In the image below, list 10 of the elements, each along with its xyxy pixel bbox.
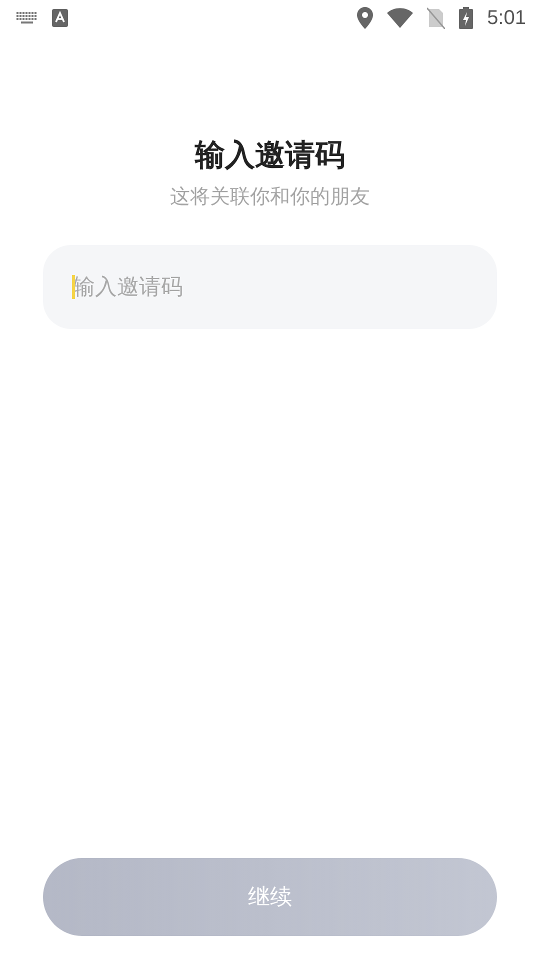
location-icon	[357, 7, 374, 29]
invite-code-field[interactable]: 输入邀请码	[43, 245, 497, 329]
keyboard-icon	[16, 12, 38, 24]
page-title: 输入邀请码	[195, 137, 345, 175]
wifi-icon	[387, 8, 414, 28]
no-sim-icon	[427, 7, 446, 29]
page-subtitle: 这将关联你和你的朋友	[170, 183, 370, 210]
battery-charging-icon	[459, 7, 474, 29]
text-input-icon	[52, 9, 68, 27]
status-time: 5:01	[487, 6, 526, 30]
